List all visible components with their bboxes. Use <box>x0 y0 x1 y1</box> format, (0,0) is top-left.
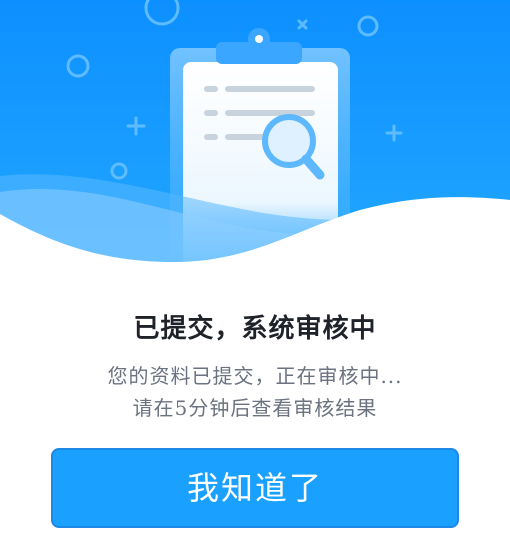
hero-banner <box>0 0 510 280</box>
review-dialog: 已提交，系统审核中 您的资料已提交，正在审核中... 请在5分钟后查看审核结果 … <box>0 0 510 560</box>
confirm-button[interactable]: 我知道了 <box>51 448 459 528</box>
dialog-message-line1: 您的资料已提交，正在审核中... <box>107 364 403 388</box>
clipboard-search-illustration-icon <box>0 0 510 280</box>
dialog-message-line2: 请在5分钟后查看审核结果 <box>132 396 378 420</box>
dialog-title: 已提交，系统审核中 <box>133 314 377 344</box>
